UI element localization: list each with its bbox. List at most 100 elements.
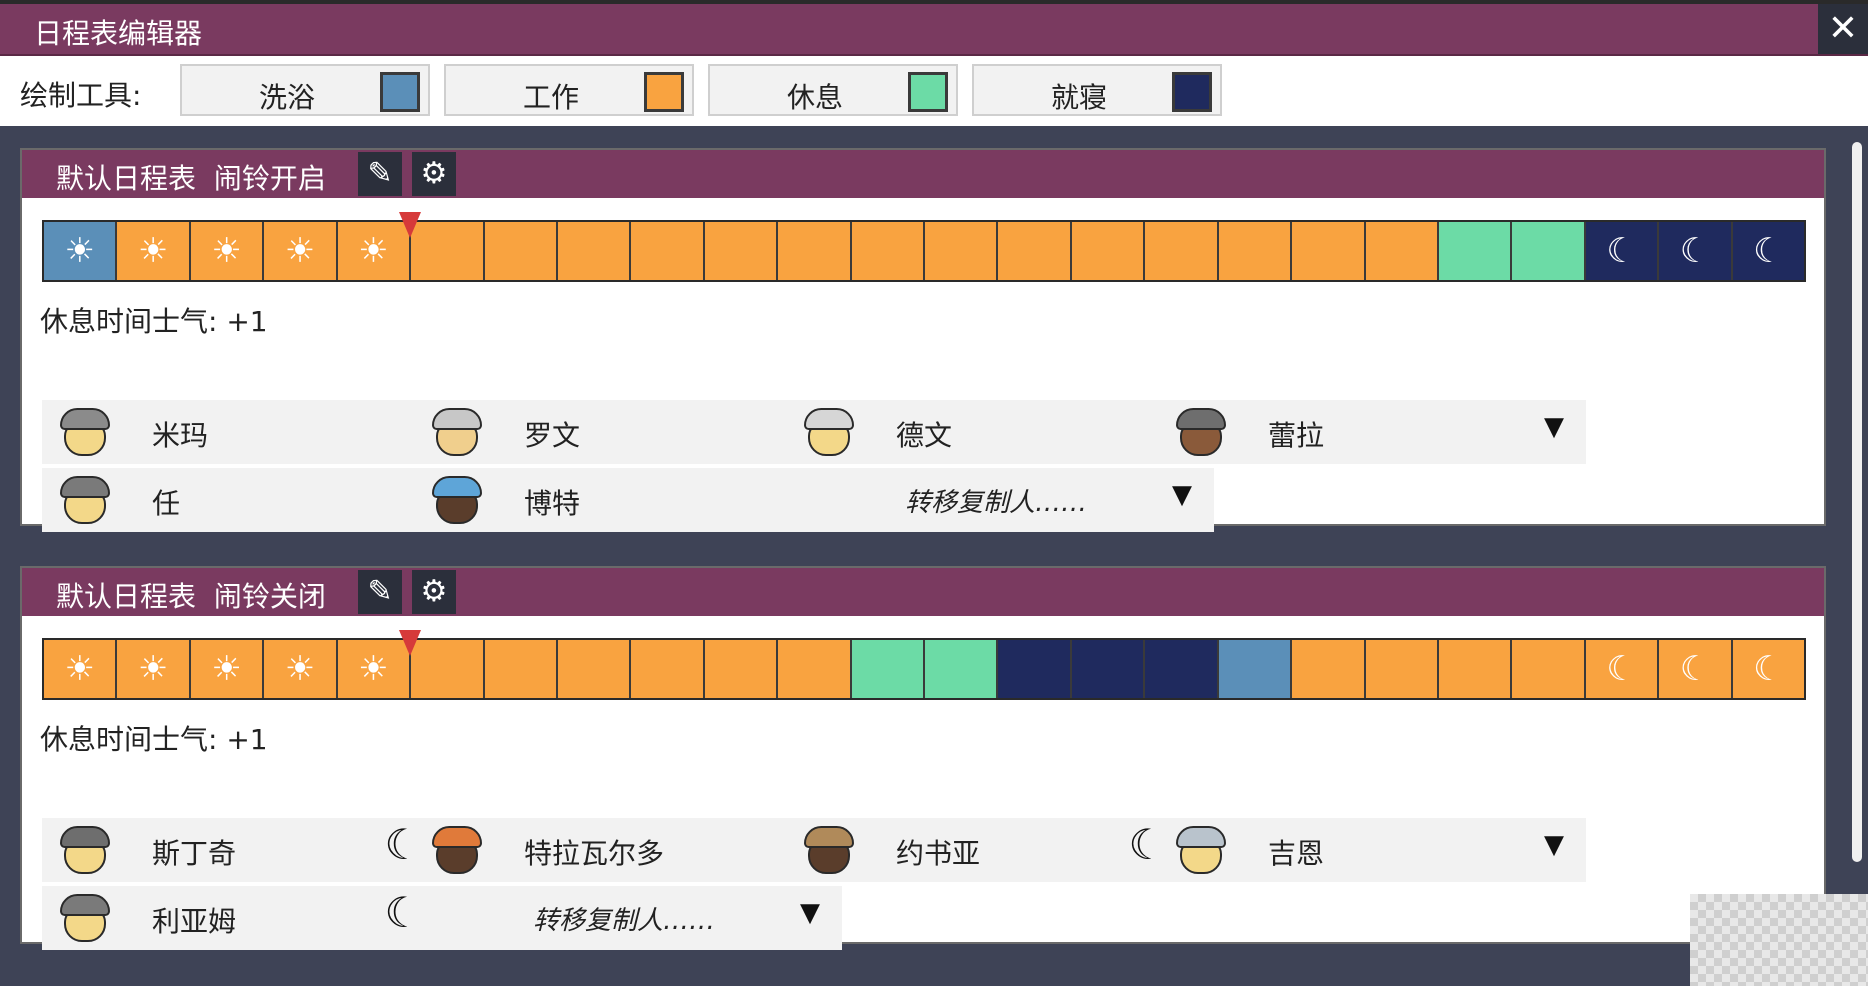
color-swatch xyxy=(380,72,420,112)
dropdown-arrow-icon: ▼ xyxy=(1544,412,1564,442)
schedule-block[interactable] xyxy=(925,222,999,280)
schedule-block[interactable] xyxy=(557,640,632,698)
dupe-dropdown[interactable]: 任▼ xyxy=(42,468,470,532)
dupe-dropdown[interactable]: 米玛▼ xyxy=(42,400,470,464)
schedule-block[interactable] xyxy=(704,222,779,280)
avatar-hat xyxy=(60,476,110,498)
sunrise-icon: ☀ xyxy=(358,231,389,271)
avatar-hat xyxy=(60,408,110,430)
schedule-block[interactable] xyxy=(484,222,558,280)
schedule-block[interactable] xyxy=(998,222,1072,280)
schedule-block[interactable] xyxy=(1365,640,1440,698)
dupe-dropdown[interactable]: 约书亚☾▼ xyxy=(786,818,1214,882)
schedule-block[interactable]: ☀ xyxy=(264,640,338,698)
schedule-block[interactable] xyxy=(1439,222,1513,280)
schedule-block[interactable] xyxy=(631,222,705,280)
schedule-block[interactable] xyxy=(925,640,999,698)
schedule-block[interactable] xyxy=(1218,640,1293,698)
dupe-name: 米玛 xyxy=(152,419,209,452)
dupe-dropdown[interactable]: 罗文▼ xyxy=(414,400,842,464)
schedule-block[interactable] xyxy=(851,640,926,698)
transfer-dupe-dropdown[interactable]: 转移复制人…… ▼ xyxy=(786,468,1214,532)
dupe-name: 斯丁奇 xyxy=(152,837,237,870)
sunrise-icon: ☀ xyxy=(284,231,316,271)
moon-icon: ☾ xyxy=(1606,231,1637,271)
close-icon[interactable]: ✕ xyxy=(1818,4,1868,54)
gear-icon[interactable]: ⚙ xyxy=(412,152,456,196)
schedule-block[interactable]: ☀ xyxy=(190,640,265,698)
pencil-icon[interactable]: ✎ xyxy=(358,152,402,196)
tool-rest-button[interactable]: 休息 xyxy=(708,64,958,116)
schedule-block[interactable]: ☾ xyxy=(1732,640,1805,698)
schedule-block[interactable]: ☾ xyxy=(1732,222,1805,280)
schedule-block[interactable] xyxy=(411,222,485,280)
schedule-block[interactable]: ☀ xyxy=(117,640,191,698)
schedule-block[interactable] xyxy=(704,640,779,698)
schedule-block[interactable] xyxy=(778,640,852,698)
schedule-block[interactable] xyxy=(631,640,705,698)
schedule-block[interactable] xyxy=(1439,640,1513,698)
window-title: 日程表编辑器 xyxy=(34,17,203,50)
dupe-dropdown[interactable]: 吉恩 ▼ xyxy=(1158,818,1586,882)
dupe-dropdown[interactable]: 特拉瓦尔多▼ xyxy=(414,818,842,882)
tool-work-button[interactable]: 工作 xyxy=(444,64,694,116)
schedule-block[interactable]: ☀ xyxy=(44,640,118,698)
dupe-dropdown[interactable]: 利亚姆☾▼ xyxy=(42,886,470,950)
schedule-block[interactable] xyxy=(1292,222,1366,280)
schedule-block[interactable]: ☾ xyxy=(1585,222,1660,280)
schedule-block[interactable]: ☀ xyxy=(264,222,338,280)
schedule-block[interactable]: ☾ xyxy=(1659,640,1733,698)
schedule-block[interactable] xyxy=(557,222,632,280)
schedule-block[interactable] xyxy=(1512,222,1586,280)
schedule-block[interactable] xyxy=(1145,222,1219,280)
schedule-block[interactable] xyxy=(851,222,926,280)
avatar-hat xyxy=(432,408,482,430)
schedule-block[interactable] xyxy=(1145,640,1219,698)
schedule-block[interactable] xyxy=(778,222,852,280)
dupe-avatar xyxy=(60,894,110,942)
schedule-blocks[interactable]: ☀ ☀ ☀ ☀ ☀ ☾ ☾ ☾ xyxy=(42,638,1806,700)
schedule-block[interactable]: ☀ xyxy=(44,222,118,280)
scrollbar[interactable] xyxy=(1852,142,1862,862)
schedule-block[interactable] xyxy=(1512,640,1586,698)
schedule-block[interactable] xyxy=(484,640,558,698)
dupe-avatar xyxy=(432,826,482,874)
schedule-block[interactable] xyxy=(1071,222,1146,280)
dupe-dropdown[interactable]: 德文▼ xyxy=(786,400,1214,464)
avatar-hat xyxy=(804,826,854,848)
dupe-avatar xyxy=(804,826,854,874)
dupe-dropdown[interactable]: 斯丁奇☾▼ xyxy=(42,818,470,882)
dupe-name: 蕾拉 xyxy=(1268,419,1325,452)
schedule-block[interactable] xyxy=(1218,222,1293,280)
dupe-name: 吉恩 xyxy=(1268,837,1325,870)
moon-icon: ☾ xyxy=(1679,231,1711,271)
sunrise-icon: ☀ xyxy=(211,649,242,689)
dupe-dropdown[interactable]: 蕾拉 ▼ xyxy=(1158,400,1586,464)
dupe-name: 罗文 xyxy=(524,419,581,452)
schedule-block[interactable]: ☾ xyxy=(1659,222,1733,280)
dropdown-arrow-icon: ▼ xyxy=(800,898,820,928)
schedule-blocks[interactable]: ☀ ☀ ☀ ☀ ☀ ☾ ☾ ☾ xyxy=(42,220,1806,282)
transfer-dupe-dropdown[interactable]: 转移复制人…… ▼ xyxy=(414,886,842,950)
schedule-block[interactable] xyxy=(411,640,485,698)
schedule-block[interactable]: ☀ xyxy=(190,222,265,280)
toolbar-label: 绘制工具: xyxy=(20,79,142,112)
schedule-block[interactable]: ☀ xyxy=(117,222,191,280)
avatar-hat xyxy=(1176,408,1226,430)
morale-text: 休息时间士气: +1 xyxy=(40,305,268,338)
sunrise-icon: ☀ xyxy=(64,231,95,271)
schedule-header: 默认日程表 闹铃关闭 ✎ ⚙ xyxy=(22,568,1824,616)
sunrise-icon: ☀ xyxy=(64,649,95,689)
pencil-icon[interactable]: ✎ xyxy=(358,570,402,614)
tool-bath-button[interactable]: 洗浴 xyxy=(180,64,430,116)
schedule-panel: 默认日程表 闹铃开启 ✎ ⚙ ☀☀☀☀☀☾☾☾ 休息时间士气: +1 米玛▼罗文… xyxy=(20,148,1826,532)
dupe-dropdown[interactable]: 博特▼ xyxy=(414,468,842,532)
schedule-block[interactable] xyxy=(1292,640,1366,698)
schedule-block[interactable] xyxy=(1365,222,1440,280)
color-swatch xyxy=(1172,72,1212,112)
gear-icon[interactable]: ⚙ xyxy=(412,570,456,614)
tool-sleep-button[interactable]: 就寝 xyxy=(972,64,1222,116)
schedule-block[interactable]: ☾ xyxy=(1585,640,1660,698)
schedule-block[interactable] xyxy=(998,640,1072,698)
schedule-block[interactable] xyxy=(1071,640,1146,698)
